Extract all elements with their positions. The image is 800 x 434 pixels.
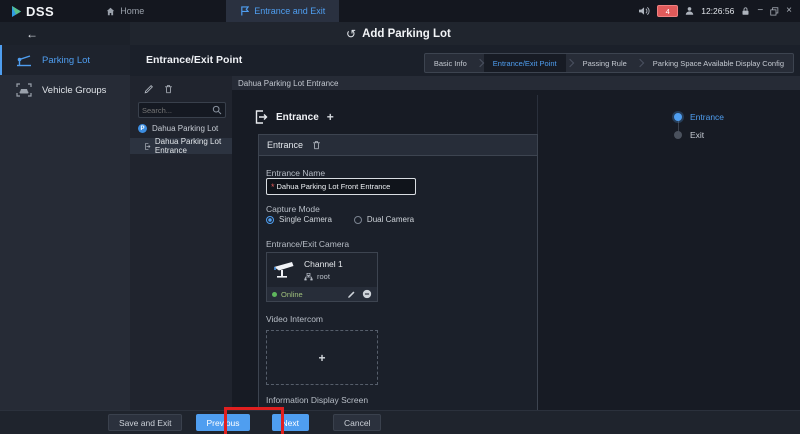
active-dot-icon — [674, 113, 682, 121]
page-title-wrap: ↺ Add Parking Lot — [346, 22, 451, 45]
minimize-button[interactable]: − — [757, 6, 763, 16]
sidebar: Parking Lot Vehicle Groups — [0, 45, 130, 410]
sidebar-item-vehicle-groups[interactable]: Vehicle Groups — [0, 75, 130, 105]
tree-node-parking-lot[interactable]: P Dahua Parking Lot — [138, 124, 218, 133]
anchor-entrance[interactable]: Entrance — [674, 108, 724, 126]
camera-name: Channel 1 — [304, 259, 343, 269]
edit-icon[interactable] — [144, 84, 154, 94]
footer-bar: Save and Exit Previous Next Cancel — [0, 410, 800, 434]
sidebar-item-parking-lot[interactable]: Parking Lot — [0, 45, 130, 75]
cctv-camera-icon — [273, 260, 297, 280]
add-entrance-button[interactable]: + — [327, 110, 334, 124]
inactive-dot-icon — [674, 131, 682, 139]
radio-single-camera[interactable]: Single Camera — [266, 215, 332, 224]
entrance-group-icon — [254, 110, 268, 124]
tab-entrance-and-exit[interactable]: Entrance and Exit — [226, 0, 339, 22]
entrance-card-title: Entrance — [267, 140, 303, 150]
step-entrance-exit-point[interactable]: Entrance/Exit Point — [484, 54, 566, 72]
add-video-intercom-box[interactable]: + — [266, 330, 378, 385]
camera-card-top: Channel 1 root — [267, 253, 377, 287]
tab-home[interactable]: Home — [92, 0, 158, 22]
top-bar: DSS Home Entrance and Exit 4 12:26:5 — [0, 0, 800, 22]
logo-text: DSS — [26, 4, 54, 19]
step-basic-info[interactable]: Basic Info — [425, 54, 476, 72]
chevron-right-icon — [476, 59, 484, 67]
entrance-name-label: Entrance Name — [266, 168, 325, 178]
entrance-name-field: * — [266, 178, 416, 195]
lock-icon[interactable] — [741, 6, 750, 16]
tree-search — [138, 102, 226, 118]
delete-entrance-icon[interactable] — [312, 140, 321, 150]
chevron-right-icon — [636, 59, 644, 67]
delete-icon[interactable] — [164, 84, 173, 94]
alarm-count-badge[interactable]: 4 — [657, 5, 678, 17]
close-button[interactable]: × — [786, 6, 792, 16]
entrance-group-header: Entrance + — [254, 110, 334, 124]
page-title: Add Parking Lot — [362, 28, 451, 40]
step-parking-space-display-config[interactable]: Parking Space Available Display Config — [644, 54, 793, 72]
tree-panel: P Dahua Parking Lot Dahua Parking Lot En… — [130, 76, 232, 410]
edit-camera-icon[interactable] — [347, 290, 356, 299]
user-icon[interactable] — [685, 6, 694, 16]
restore-window-button[interactable] — [770, 7, 779, 16]
search-input[interactable] — [139, 106, 212, 115]
section-title: Entrance/Exit Point — [146, 54, 242, 66]
radio-unselected-icon — [354, 216, 362, 224]
dss-logo: DSS — [0, 0, 64, 22]
entrance-card-header: Entrance — [259, 135, 537, 156]
parking-lot-icon — [16, 53, 32, 67]
camera-actions — [347, 289, 372, 299]
radio-selected-icon — [266, 216, 274, 224]
entrance-exit-tab-icon — [240, 6, 249, 16]
capture-mode-label: Capture Mode — [266, 204, 320, 214]
wizard-steps: Basic Info Entrance/Exit Point Passing R… — [424, 53, 794, 73]
chevron-right-icon — [565, 59, 573, 67]
breadcrumb: Dahua Parking Lot Entrance — [238, 79, 339, 88]
capture-mode-options: Single Camera Dual Camera — [266, 215, 414, 224]
anchor-exit[interactable]: Exit — [674, 126, 724, 144]
camera-status-bar: Online — [267, 287, 377, 301]
vehicle-groups-icon — [16, 83, 32, 97]
breadcrumb-bar: Dahua Parking Lot Entrance — [232, 76, 800, 90]
camera-info: Channel 1 root — [304, 259, 343, 281]
entrance-node-icon — [144, 142, 151, 151]
camera-status: Online — [281, 290, 303, 299]
required-asterisk: * — [271, 182, 275, 192]
search-icon[interactable] — [212, 105, 222, 115]
back-zone: ← — [0, 22, 130, 45]
entrance-group-title: Entrance — [276, 112, 319, 123]
info-display-screen-label: Information Display Screen — [266, 395, 368, 405]
back-arrow-icon[interactable]: ← — [26, 27, 38, 41]
home-icon — [106, 7, 115, 16]
entrance-exit-camera-label: Entrance/Exit Camera — [266, 239, 349, 249]
step-passing-rule[interactable]: Passing Rule — [574, 54, 636, 72]
camera-card[interactable]: Channel 1 root Online — [266, 252, 378, 302]
tree-node-entrance-selected[interactable]: Dahua Parking Lot Entrance — [130, 138, 232, 154]
camera-device: root — [304, 272, 343, 281]
plus-icon: + — [318, 351, 325, 365]
org-icon — [304, 273, 313, 281]
topbar-right-cluster: 4 12:26:56 − × — [639, 0, 800, 22]
speaker-icon[interactable] — [639, 6, 650, 16]
video-intercom-label: Video Intercom — [266, 314, 323, 324]
clock: 12:26:56 — [701, 6, 734, 16]
entrance-name-input[interactable] — [277, 182, 415, 191]
return-icon[interactable]: ↺ — [346, 27, 356, 41]
cancel-button[interactable]: Cancel — [333, 414, 381, 431]
radio-dual-camera[interactable]: Dual Camera — [354, 215, 414, 224]
tree-toolbar — [144, 84, 173, 94]
save-and-exit-button[interactable]: Save and Exit — [108, 414, 182, 431]
remove-camera-icon[interactable] — [362, 289, 372, 299]
dss-window: DSS Home Entrance and Exit 4 12:26:5 — [0, 0, 800, 434]
anchor-nav: Entrance Exit — [674, 108, 724, 144]
annotation-highlight-next — [224, 407, 284, 434]
online-status-icon — [272, 292, 277, 297]
parking-badge-icon: P — [138, 124, 147, 133]
dss-logo-icon — [10, 5, 23, 18]
